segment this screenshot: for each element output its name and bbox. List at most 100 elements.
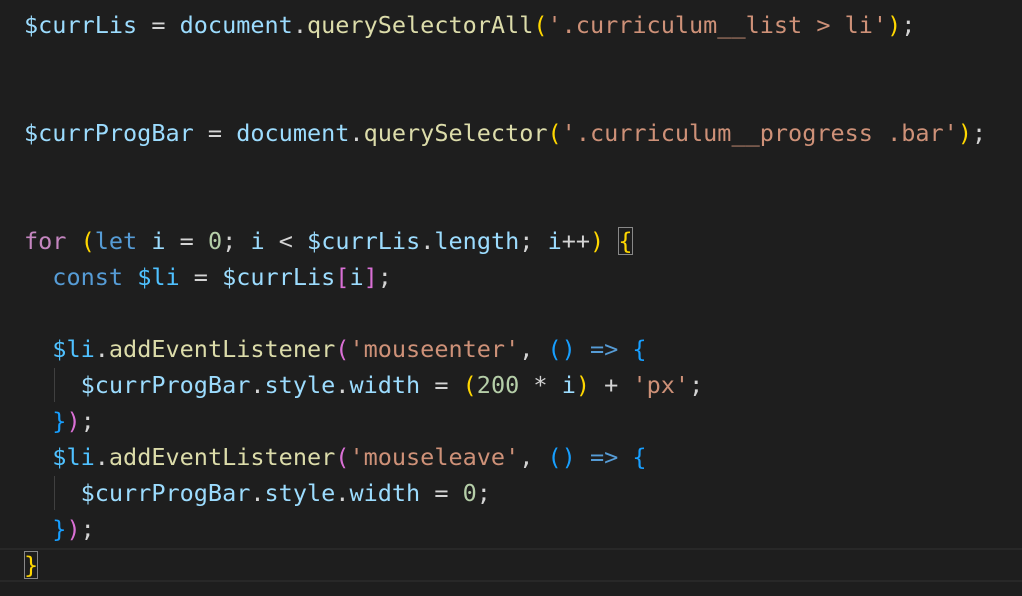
code-token: = bbox=[420, 479, 463, 507]
code-token: } bbox=[52, 515, 67, 543]
code-token: ( bbox=[335, 443, 350, 471]
code-token: . bbox=[250, 371, 265, 399]
code-token: style bbox=[264, 371, 336, 399]
code-editor[interactable]: $currLis = document.querySelectorAll('.c… bbox=[0, 0, 1022, 596]
code-token: ; bbox=[476, 479, 491, 507]
code-token: , bbox=[519, 443, 548, 471]
code-token: ) bbox=[575, 371, 591, 399]
code-token: = bbox=[193, 119, 237, 147]
code-token: $li bbox=[52, 335, 95, 363]
code-line[interactable]: $currProgBar = document.querySelector('.… bbox=[24, 115, 986, 151]
code-line[interactable]: }); bbox=[24, 403, 94, 439]
matched-bracket: { bbox=[618, 227, 633, 255]
code-token: ; bbox=[901, 11, 916, 39]
code-token: $currProgBar bbox=[24, 119, 194, 147]
code-line[interactable]: $currProgBar.style.width = (200 * i) + '… bbox=[24, 367, 704, 403]
code-token: [ bbox=[335, 263, 350, 291]
code-token: document bbox=[236, 119, 350, 147]
code-token: ++ bbox=[561, 227, 591, 255]
code-token: { bbox=[632, 443, 647, 471]
code-token: $li bbox=[137, 263, 180, 291]
code-token: '.curriculum__progress .bar' bbox=[561, 119, 958, 147]
matched-bracket: } bbox=[24, 551, 39, 579]
code-token: 'mouseleave' bbox=[349, 443, 520, 471]
code-token: width bbox=[349, 371, 421, 399]
code-token: } bbox=[52, 407, 67, 435]
code-token: ; bbox=[80, 515, 95, 543]
code-token: = bbox=[137, 11, 180, 39]
code-token: querySelector bbox=[363, 119, 548, 147]
code-token: ) bbox=[66, 515, 81, 543]
code-token: () bbox=[547, 335, 576, 363]
code-token: . bbox=[335, 371, 350, 399]
code-token: () bbox=[547, 443, 576, 471]
code-token: $currLis bbox=[222, 263, 336, 291]
code-line[interactable]: $li.addEventListener('mouseleave', () =>… bbox=[24, 439, 647, 475]
code-token: i bbox=[250, 227, 265, 255]
code-token: 'mouseenter' bbox=[349, 335, 520, 363]
code-token: . bbox=[292, 11, 307, 39]
code-token: $currLis bbox=[24, 11, 138, 39]
code-token: , bbox=[519, 335, 548, 363]
code-line[interactable]: } bbox=[24, 547, 39, 583]
code-token: $li bbox=[52, 443, 95, 471]
code-line[interactable]: }); bbox=[24, 511, 95, 547]
code-token: 0 bbox=[462, 479, 477, 507]
code-token: . bbox=[335, 479, 350, 507]
code-token: ( bbox=[80, 227, 95, 255]
code-token: ; bbox=[519, 227, 548, 255]
code-token: ) bbox=[66, 407, 81, 435]
code-token: document bbox=[179, 11, 293, 39]
code-token: . bbox=[94, 443, 109, 471]
code-token: * bbox=[519, 371, 562, 399]
code-token: i bbox=[547, 227, 562, 255]
code-token: + bbox=[590, 371, 633, 399]
code-token: ) bbox=[590, 227, 605, 255]
code-token: i bbox=[349, 263, 364, 291]
code-token: = bbox=[165, 227, 208, 255]
code-token: . bbox=[94, 335, 109, 363]
code-token: => bbox=[589, 443, 619, 471]
code-token: const bbox=[52, 263, 124, 291]
code-token: . bbox=[349, 119, 364, 147]
code-token: length bbox=[434, 227, 520, 255]
code-line[interactable]: for (let i = 0; i < $currLis.length; i++… bbox=[24, 223, 633, 259]
code-line[interactable]: $li.addEventListener('mouseenter', () =>… bbox=[24, 331, 647, 367]
code-token: ] bbox=[363, 263, 378, 291]
code-token: ; bbox=[971, 119, 987, 147]
code-token: $currProgBar bbox=[80, 479, 251, 507]
code-token: ) bbox=[887, 11, 902, 39]
current-line-highlight bbox=[0, 548, 1022, 582]
code-line[interactable]: const $li = $currLis[i]; bbox=[24, 259, 392, 295]
code-token: for bbox=[24, 227, 67, 255]
code-line[interactable]: $currProgBar.style.width = 0; bbox=[24, 475, 491, 511]
code-token: ( bbox=[462, 371, 477, 399]
code-token: $currProgBar bbox=[80, 371, 251, 399]
code-line[interactable]: $currLis = document.querySelectorAll('.c… bbox=[24, 7, 915, 43]
code-token: . bbox=[420, 227, 435, 255]
code-token: ( bbox=[547, 119, 562, 147]
code-token: 200 bbox=[476, 371, 520, 399]
code-token: width bbox=[349, 479, 421, 507]
code-token: ; bbox=[689, 371, 704, 399]
code-token: addEventListener bbox=[108, 443, 336, 471]
code-token: addEventListener bbox=[108, 335, 336, 363]
code-token: i bbox=[151, 227, 166, 255]
code-token: => bbox=[589, 335, 619, 363]
code-token: = bbox=[179, 263, 223, 291]
code-token: { bbox=[632, 335, 647, 363]
code-token: ; bbox=[222, 227, 251, 255]
code-token: querySelectorAll bbox=[306, 11, 534, 39]
